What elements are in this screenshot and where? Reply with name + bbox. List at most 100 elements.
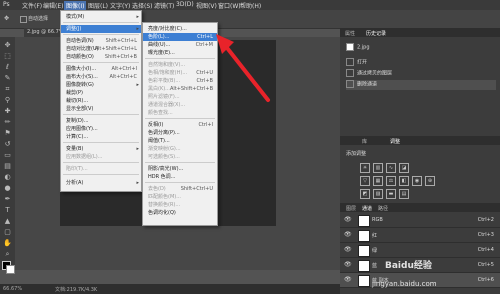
menu-item-curves[interactable]: 曲线(U)... Ctrl+M: [143, 41, 217, 49]
menu-item-posterize[interactable]: 色调分离(P)...: [143, 129, 217, 137]
type-tool-icon[interactable]: T: [3, 206, 12, 215]
menu-item-equalize[interactable]: 色调均化(Q): [143, 209, 217, 217]
move-tool-icon[interactable]: ✥: [4, 15, 9, 22]
menu-item-apply-data-set[interactable]: 应用数据组(L)...: [61, 153, 141, 161]
history-item[interactable]: 通过拷贝的图层: [346, 69, 496, 79]
menu-layer[interactable]: 图层(L): [88, 1, 108, 10]
menu-edit[interactable]: 编辑(E): [43, 1, 63, 10]
menu-item-threshold[interactable]: 阈值(T)...: [143, 137, 217, 145]
menu-item-image-size[interactable]: 图像大小(I)... Alt+Ctrl+I: [61, 65, 141, 73]
blur-tool-icon[interactable]: ◐: [3, 173, 12, 182]
menu-item-color-lookup[interactable]: 颜色查找...: [143, 109, 217, 117]
tab-layers[interactable]: 图层: [346, 205, 356, 212]
tab-libraries[interactable]: 库: [362, 138, 367, 145]
crop-tool-icon[interactable]: ⌗: [3, 85, 12, 94]
menu-item-hue-saturation[interactable]: 色相/饱和度(H)... Ctrl+U: [143, 69, 217, 77]
clone-stamp-tool-icon[interactable]: ⚑: [3, 129, 12, 138]
menu-item-shadows-highlights[interactable]: 阴影/高光(W)...: [143, 165, 217, 173]
lasso-tool-icon[interactable]: ℓ: [3, 63, 12, 72]
menu-item-vibrance[interactable]: 自然饱和度(V)...: [143, 61, 217, 69]
history-snapshot[interactable]: 2.jpg: [346, 43, 496, 53]
menu-select[interactable]: 选择(S): [132, 1, 153, 10]
mixer-adjust-icon[interactable]: ⊕: [425, 176, 435, 186]
menu-item-black-white[interactable]: 黑白(K)... Alt+Shift+Ctrl+B: [143, 85, 217, 93]
exposure-adjust-icon[interactable]: ◪: [399, 163, 409, 173]
menu-item-duplicate[interactable]: 复制(D)...: [61, 117, 141, 125]
menu-item-hdr-toning[interactable]: HDR 色调...: [143, 173, 217, 181]
curves-adjust-icon[interactable]: ∿: [386, 163, 396, 173]
background-color-swatch[interactable]: [6, 265, 15, 274]
tab-properties[interactable]: 属性: [345, 30, 355, 37]
menu-item-auto-color[interactable]: 自动颜色(O) Shift+Ctrl+B: [61, 53, 141, 61]
path-select-tool-icon[interactable]: ▲: [3, 217, 12, 226]
marquee-tool-icon[interactable]: ⬚: [3, 52, 12, 61]
menu-item-replace-color[interactable]: 替换颜色(R)...: [143, 201, 217, 209]
menu-item-selective-color[interactable]: 可选颜色(S)...: [143, 153, 217, 161]
menu-item-desaturate[interactable]: 去色(D) Shift+Ctrl+U: [143, 185, 217, 193]
bw-adjust-icon[interactable]: ◧: [399, 176, 409, 186]
menu-3d[interactable]: 3D(D): [176, 1, 194, 8]
history-item-selected[interactable]: 删除通道: [346, 80, 496, 90]
gradient-tool-icon[interactable]: ▤: [3, 162, 12, 171]
menu-item-adjustments[interactable]: 调整(J): [61, 25, 141, 33]
channel-row[interactable]: 👁 RGB Ctrl+2: [340, 213, 500, 228]
pen-tool-icon[interactable]: ✒: [3, 195, 12, 204]
eye-icon[interactable]: 👁: [344, 231, 352, 238]
levels-adjust-icon[interactable]: ▥: [373, 163, 383, 173]
history-item[interactable]: 打开: [346, 58, 496, 68]
channel-row[interactable]: 👁 红 Ctrl+3: [340, 228, 500, 243]
gradient-map-adjust-icon[interactable]: ▤: [399, 189, 409, 199]
menu-item-crop[interactable]: 裁剪(P): [61, 89, 141, 97]
eye-icon[interactable]: 👁: [344, 246, 352, 253]
dodge-tool-icon[interactable]: ●: [3, 184, 12, 193]
menu-item-calculations[interactable]: 计算(C)...: [61, 133, 141, 141]
move-tool-icon[interactable]: ✥: [3, 41, 12, 50]
menu-item-photo-filter[interactable]: 照片滤镜(F)...: [143, 93, 217, 101]
menu-image[interactable]: 图像(I): [64, 1, 87, 10]
menu-item-exposure[interactable]: 曝光度(E)...: [143, 49, 217, 57]
invert-adjust-icon[interactable]: ◩: [360, 189, 370, 199]
menu-item-gradient-map[interactable]: 渐变映射(G)...: [143, 145, 217, 153]
quick-select-tool-icon[interactable]: ✎: [3, 74, 12, 83]
channel-row[interactable]: 👁 绿 Ctrl+4: [340, 243, 500, 258]
threshold-adjust-icon[interactable]: ▬: [386, 189, 396, 199]
menu-filter[interactable]: 滤镜(T): [154, 1, 174, 10]
menu-item-mode[interactable]: 模式(M): [61, 13, 141, 21]
zoom-level[interactable]: 66.67%: [3, 286, 22, 292]
rectangle-tool-icon[interactable]: ▢: [3, 228, 12, 237]
menu-file[interactable]: 文件(F): [22, 1, 42, 10]
eraser-tool-icon[interactable]: ▭: [3, 151, 12, 160]
tab-paths[interactable]: 路径: [378, 205, 388, 212]
hand-tool-icon[interactable]: ✋: [3, 239, 12, 248]
tab-adjustments[interactable]: 调整: [390, 138, 400, 145]
menu-item-auto-tone[interactable]: 自动色调(N) Shift+Ctrl+L: [61, 37, 141, 45]
photo-filter-adjust-icon[interactable]: ◉: [412, 176, 422, 186]
menu-item-analysis[interactable]: 分析(A): [61, 179, 141, 187]
menu-item-trap[interactable]: 陷印(T)...: [61, 165, 141, 173]
menu-item-invert[interactable]: 反相(I) Ctrl+I: [143, 121, 217, 129]
eye-icon[interactable]: 👁: [344, 216, 352, 223]
menu-help[interactable]: 帮助(H): [240, 1, 261, 10]
brightness-adjust-icon[interactable]: ☀: [360, 163, 370, 173]
menu-item-canvas-size[interactable]: 画布大小(S)... Alt+Ctrl+C: [61, 73, 141, 81]
vibrance-adjust-icon[interactable]: ▽: [360, 176, 370, 186]
menu-item-apply-image[interactable]: 应用图像(Y)...: [61, 125, 141, 133]
menu-item-trim[interactable]: 裁切(R)...: [61, 97, 141, 105]
menu-window[interactable]: 窗口(W): [218, 1, 241, 10]
brush-tool-icon[interactable]: ✏: [3, 118, 12, 127]
menu-type[interactable]: 文字(Y): [110, 1, 130, 10]
eyedropper-tool-icon[interactable]: ⚲: [3, 96, 12, 105]
menu-item-auto-contrast[interactable]: 自动对比度(U) Alt+Shift+Ctrl+L: [61, 45, 141, 53]
hue-adjust-icon[interactable]: ▦: [373, 176, 383, 186]
menu-item-match-color[interactable]: 匹配颜色(M)...: [143, 193, 217, 201]
menu-item-variables[interactable]: 变量(B): [61, 145, 141, 153]
balance-adjust-icon[interactable]: ⚖: [386, 176, 396, 186]
zoom-tool-icon[interactable]: ⌕: [3, 250, 12, 259]
auto-select-checkbox[interactable]: [20, 16, 27, 23]
menu-item-image-rotation[interactable]: 图像旋转(G): [61, 81, 141, 89]
tab-channels[interactable]: 通道: [362, 205, 372, 212]
menu-item-channel-mixer[interactable]: 通道混合器(X)...: [143, 101, 217, 109]
eye-icon[interactable]: 👁: [344, 276, 352, 283]
healing-brush-tool-icon[interactable]: ✚: [3, 107, 12, 116]
tab-history[interactable]: 历史记录: [366, 30, 386, 37]
